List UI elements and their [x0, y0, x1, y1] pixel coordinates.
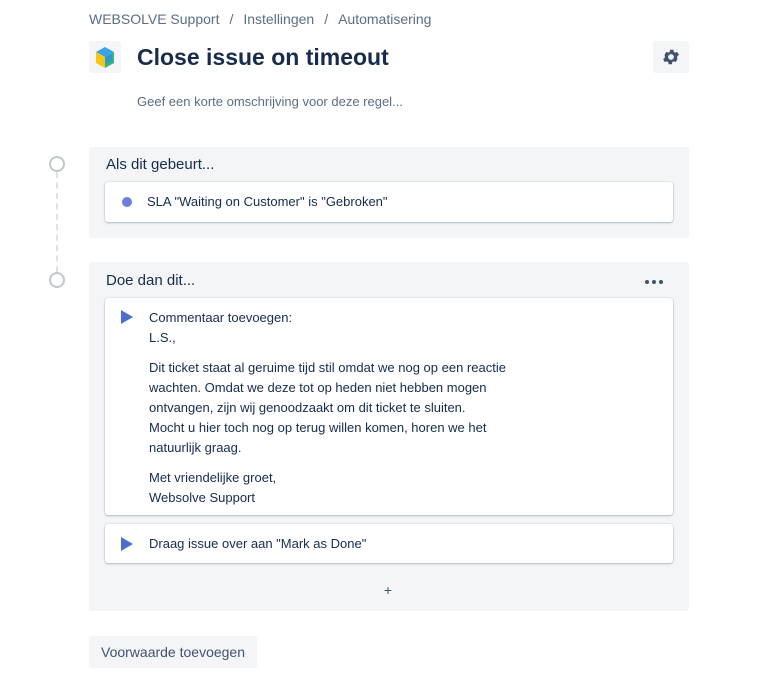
breadcrumb-item-automation[interactable]: Automatisering [338, 11, 431, 27]
breadcrumb-item-project[interactable]: WEBSOLVE Support [89, 11, 219, 27]
comment-greeting: L.S., [149, 330, 176, 345]
dot-icon [652, 280, 656, 284]
comment-body-line: Mocht u hier toch nog op terug willen ko… [149, 420, 487, 435]
transition-action-card[interactable]: Draag issue over aan "Mark as Done" [105, 524, 673, 563]
page-title: Close issue on timeout [137, 44, 389, 70]
breadcrumb-separator: / [229, 11, 234, 27]
play-icon [121, 537, 133, 551]
play-icon [121, 310, 133, 324]
action-heading: Doe dan dit... [106, 272, 196, 289]
comment-label: Commentaar toevoegen: [149, 310, 293, 325]
trigger-heading: Als dit gebeurt... [106, 156, 215, 173]
rule-description-input[interactable]: Geef een korte omschrijving voor deze re… [137, 94, 403, 109]
trigger-card[interactable]: SLA "Waiting on Customer" is "Gebroken" [105, 182, 673, 222]
dot-icon [645, 280, 649, 284]
comment-action-card[interactable]: Commentaar toevoegen: L.S., Dit ticket s… [105, 298, 673, 515]
comment-body-line: natuurlijk graag. [149, 440, 242, 455]
more-options-button[interactable] [640, 272, 668, 292]
comment-body-line: Dit ticket staat al geruime tijd stil om… [149, 360, 506, 375]
trigger-block: Als dit gebeurt... SLA "Waiting on Custo… [89, 147, 689, 238]
transition-text: Draag issue over aan "Mark as Done" [149, 536, 367, 551]
gear-icon [663, 49, 679, 65]
comment-body-line: ontvangen, zijn wij genoodzaakt om dit t… [149, 400, 466, 415]
add-condition-button[interactable]: Voorwaarde toevoegen [89, 636, 257, 668]
action-block: Doe dan dit... Commentaar toevoegen: L.S… [89, 262, 689, 611]
breadcrumb: WEBSOLVE Support / Instellingen / Automa… [89, 11, 431, 27]
timeline-node-action [49, 272, 65, 288]
comment-body-line: wachten. Omdat we deze tot op heden niet… [149, 380, 487, 395]
breadcrumb-item-settings[interactable]: Instellingen [243, 11, 314, 27]
comment-closing-line: Websolve Support [149, 490, 255, 505]
comment-closing-line: Met vriendelijke groet, [149, 470, 277, 485]
settings-button[interactable] [653, 41, 689, 73]
trigger-text: SLA "Waiting on Customer" is "Gebroken" [147, 194, 388, 209]
project-avatar-icon [89, 41, 121, 73]
breadcrumb-separator: / [324, 11, 329, 27]
trigger-dot-icon [122, 197, 132, 207]
timeline-node-trigger [49, 156, 65, 172]
dot-icon [659, 280, 663, 284]
add-action-button[interactable]: + [375, 580, 401, 600]
timeline-connector [56, 172, 58, 272]
